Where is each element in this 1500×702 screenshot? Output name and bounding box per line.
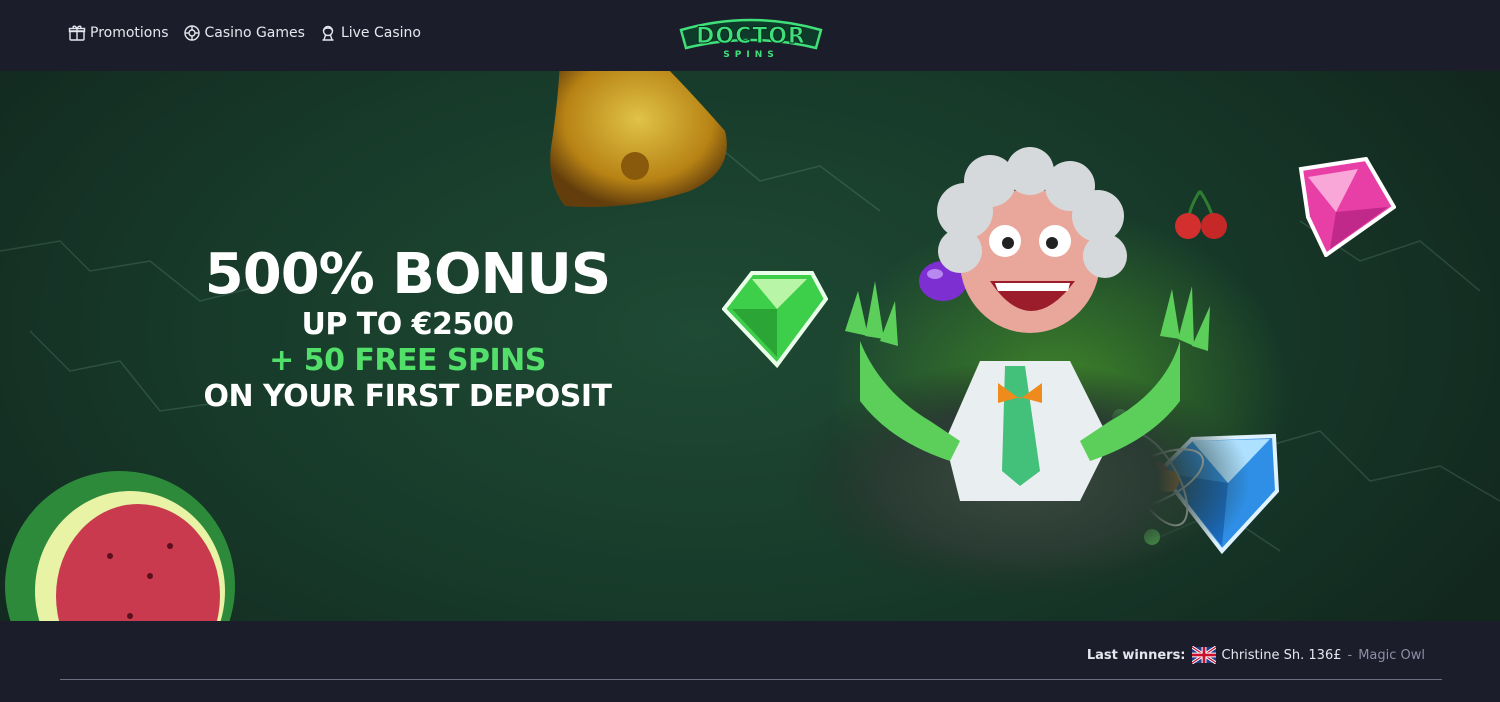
- doctor-character: [790, 147, 1250, 601]
- watermelon-icon: [5, 471, 235, 621]
- pink-diamond-icon: [1298, 157, 1396, 257]
- winner-separator: -: [1347, 647, 1353, 663]
- last-winners-label: Last winners:: [1086, 647, 1186, 663]
- bell-icon: [550, 71, 727, 207]
- nav-casino-games-label: Casino Games: [204, 25, 305, 41]
- nav-promotions[interactable]: Promotions: [68, 24, 169, 42]
- bonus-headline: 500% BONUS: [204, 242, 611, 307]
- last-winners-ticker: Last winners: Christine Sh. 136£ - Magic…: [1087, 646, 1425, 664]
- free-spins-line: + 50 FREE SPINS: [269, 343, 546, 378]
- winner-game-link[interactable]: Magic Owl: [1358, 648, 1425, 663]
- header: Promotions Casino Games Live Casino DOCT…: [0, 0, 1500, 71]
- nav-casino-games[interactable]: Casino Games: [183, 24, 305, 42]
- logo-bottom-text: SPINS: [723, 50, 778, 60]
- winner-name-amount: Christine Sh. 136£: [1221, 647, 1342, 663]
- chip-icon: [183, 25, 200, 41]
- uk-flag-icon: [1191, 646, 1216, 664]
- bonus-amount-line: UP TO €2500: [301, 307, 514, 342]
- nav-live-casino-label: Live Casino: [340, 25, 421, 41]
- main-nav: Promotions Casino Games Live Casino: [68, 24, 421, 42]
- gift-icon: [68, 25, 86, 41]
- nav-live-casino[interactable]: Live Casino: [319, 24, 421, 42]
- dealer-icon: [322, 25, 334, 41]
- nav-promotions-label: Promotions: [90, 25, 169, 41]
- bonus-offer-text: 500% BONUS UP TO €2500 + 50 FREE SPINS O…: [150, 243, 665, 415]
- doctor-spins-logo[interactable]: DOCTOR SPINS: [676, 10, 826, 62]
- first-deposit-line: ON YOUR FIRST DEPOSIT: [203, 379, 612, 414]
- hero-banner[interactable]: 500% BONUS UP TO €2500 + 50 FREE SPINS O…: [0, 71, 1500, 621]
- footer-divider: [60, 679, 1442, 680]
- logo-top-text: DOCTOR: [696, 24, 806, 49]
